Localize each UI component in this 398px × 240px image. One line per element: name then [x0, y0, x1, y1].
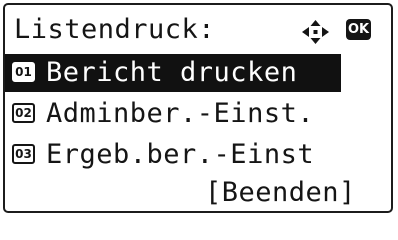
menu-item-label: Bericht drucken	[46, 57, 298, 88]
four-way-arrow-icon	[302, 20, 329, 44]
item-number-badge: 02	[12, 103, 35, 123]
item-number-badge: 01	[12, 62, 35, 82]
menu-item-bericht-drucken[interactable]: 01 Bericht drucken	[5, 54, 341, 92]
menu-item-adminber-einst[interactable]: 02 Adminber.-Einst.	[5, 95, 391, 133]
screen-title: Listendruck:	[14, 14, 216, 45]
ok-icon: OK	[346, 19, 371, 40]
end-button[interactable]: [Beenden]	[205, 179, 356, 206]
menu-item-ergeb-ber-einst[interactable]: 03 Ergeb.ber.-Einst	[5, 136, 391, 174]
menu-item-label: Adminber.-Einst.	[46, 98, 315, 129]
item-number-badge: 03	[12, 144, 35, 164]
lcd-screen: Listendruck: OK 01 Bericht drucken 02 Ad…	[3, 3, 393, 213]
menu-item-label: Ergeb.ber.-Einst	[46, 139, 315, 170]
